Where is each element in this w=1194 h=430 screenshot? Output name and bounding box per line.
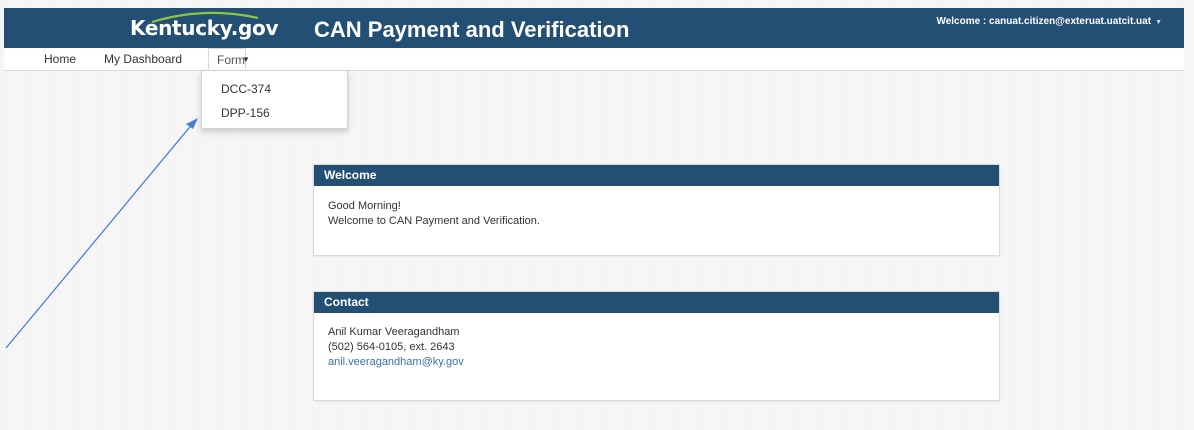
contact-panel: Contact Anil Kumar Veeragandham (502) 56… [313,291,1000,401]
contact-phone: (502) 564-0105, ext. 2643 [328,341,455,353]
welcome-panel: Welcome Good Morning! Welcome to CAN Pay… [313,164,1000,256]
welcome-message: Welcome to CAN Payment and Verification. [328,215,540,227]
contact-email-link[interactable]: anil.veeragandham@ky.gov [328,355,985,370]
greeting-text: Good Morning! [328,200,401,212]
welcome-panel-title: Welcome [314,165,999,186]
contact-panel-title: Contact [314,292,999,313]
contact-name: Anil Kumar Veeragandham [328,326,460,338]
